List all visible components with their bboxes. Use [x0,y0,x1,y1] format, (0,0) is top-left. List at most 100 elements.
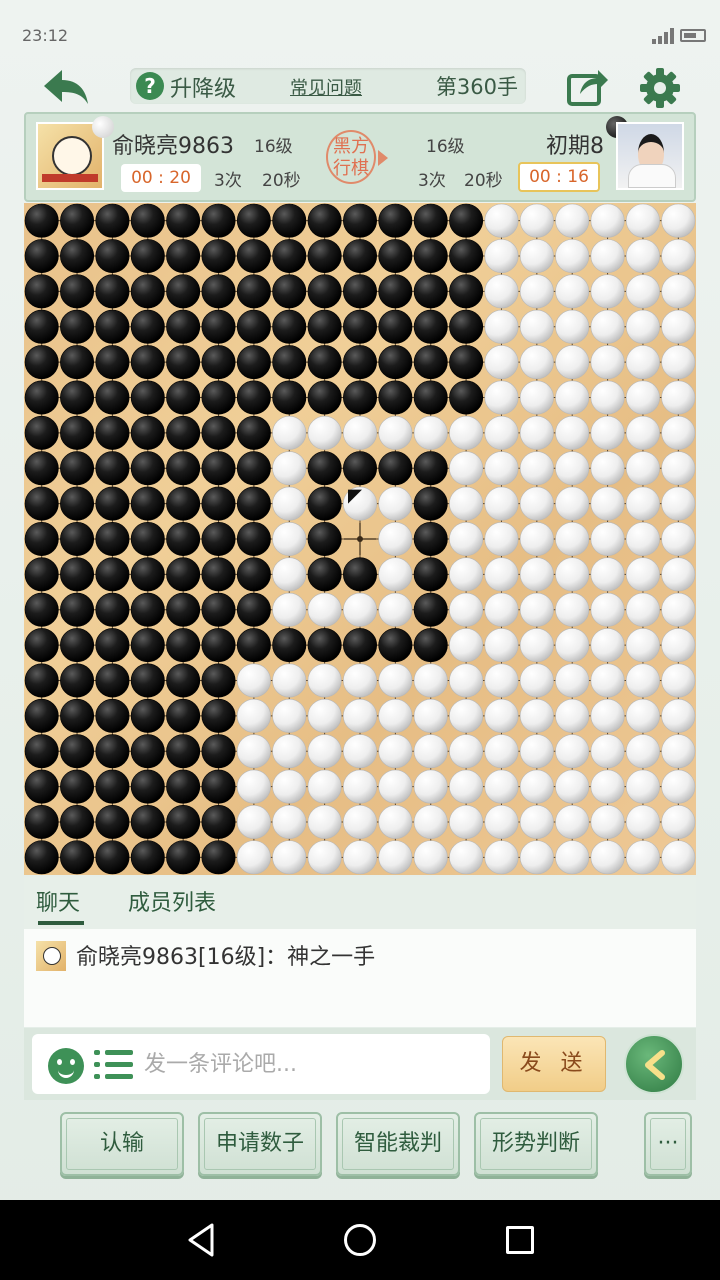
tab-members[interactable]: 成员列表 [128,885,216,917]
send-button[interactable]: 发 送 [502,1036,606,1092]
black-stone [307,557,342,592]
situation-button[interactable]: 形势判断 [474,1112,598,1176]
black-stone [95,274,130,309]
black-stone [413,628,448,663]
white-stone [378,663,413,698]
message-line: 俞晓亮9863[16级]：神之一手 [76,939,375,971]
white-stone [449,522,484,556]
black-stone [307,274,342,309]
black-stone [307,380,342,415]
gear-icon[interactable] [638,66,682,110]
white-stone [590,804,625,839]
black-stone [166,522,201,556]
left-player-name: 俞晓亮9863 [112,134,234,159]
black-stone [95,415,130,450]
black-stone [130,309,165,344]
nav-recent-icon[interactable] [506,1226,534,1254]
count-request-button[interactable]: 申请数子 [198,1112,322,1176]
more-button[interactable]: ··· [644,1112,692,1176]
comment-input[interactable] [144,1044,474,1084]
resign-button[interactable]: 认输 [60,1112,184,1176]
chevron-left-icon[interactable] [624,1034,684,1094]
smart-judge-button[interactable]: 智能裁判 [336,1112,460,1176]
black-stone [95,840,130,875]
white-stone [343,698,377,733]
white-stone [590,239,625,274]
white-stone [519,345,554,380]
white-stone [413,840,448,875]
white-stone [378,734,413,769]
white-stone [413,804,448,839]
white-stone [555,698,590,733]
black-stone [24,522,59,556]
nav-back-icon[interactable] [186,1222,216,1258]
black-stone [201,239,236,274]
black-stone [130,415,165,450]
board-canvas[interactable] [24,203,696,875]
players-panel: 俞晓亮9863 16级 00 : 20 3次 20秒 黑方 行棋 16级 初期8 … [24,112,696,202]
black-stone [60,663,95,698]
black-stone [60,557,95,592]
back-arrow-icon[interactable] [40,66,92,108]
black-stone [378,274,413,309]
white-stone [555,239,590,274]
black-stone [307,309,342,344]
white-stone [519,380,554,415]
white-stone [590,592,625,627]
black-stone [24,451,59,486]
crosshair-marker [344,523,376,555]
message-author: 俞晓亮9863[16级] [76,945,266,970]
black-stone [130,628,165,663]
white-stone [590,522,625,556]
white-stone [519,592,554,627]
smile-icon[interactable] [48,1048,84,1084]
white-stone [590,486,625,521]
black-stone [60,274,95,309]
black-stone [449,345,484,380]
white-stone [555,804,590,839]
black-stone [236,522,271,556]
share-icon[interactable] [566,66,610,108]
white-stone [236,769,271,804]
list-icon[interactable] [94,1048,134,1082]
white-stone [625,592,660,627]
white-stone [484,486,519,521]
white-stone [661,274,696,309]
question-icon[interactable]: ? [136,72,164,100]
black-stone [24,663,59,698]
black-stone [130,663,165,698]
white-stone [236,698,271,733]
white-stone [484,769,519,804]
black-stone [24,309,59,344]
black-stone [413,522,448,556]
go-board[interactable] [24,203,696,875]
white-stone [661,663,696,698]
white-stone [625,804,660,839]
nav-home-icon[interactable] [344,1224,376,1256]
white-stone [625,345,660,380]
white-stone [519,769,554,804]
black-stone [95,380,130,415]
black-stone [60,345,95,380]
white-stone [307,734,342,769]
white-stone [272,698,307,733]
white-stone [555,734,590,769]
level-button[interactable]: 升降级 [170,71,236,103]
faq-link[interactable]: 常见问题 [290,74,362,100]
right-player-timer: 00 : 16 [518,162,600,192]
white-stone [449,415,484,450]
white-stone [661,522,696,556]
black-stone [24,804,59,839]
black-stone [24,239,59,274]
white-stone [307,592,342,627]
tab-chat[interactable]: 聊天 [36,885,80,917]
black-stone [24,274,59,309]
white-stone [413,663,448,698]
avatar-right[interactable] [616,122,684,190]
white-stone [449,698,484,733]
white-stone [449,663,484,698]
black-stone [378,345,413,380]
black-stone [201,345,236,380]
black-stone [307,203,342,238]
black-stone [130,734,165,769]
